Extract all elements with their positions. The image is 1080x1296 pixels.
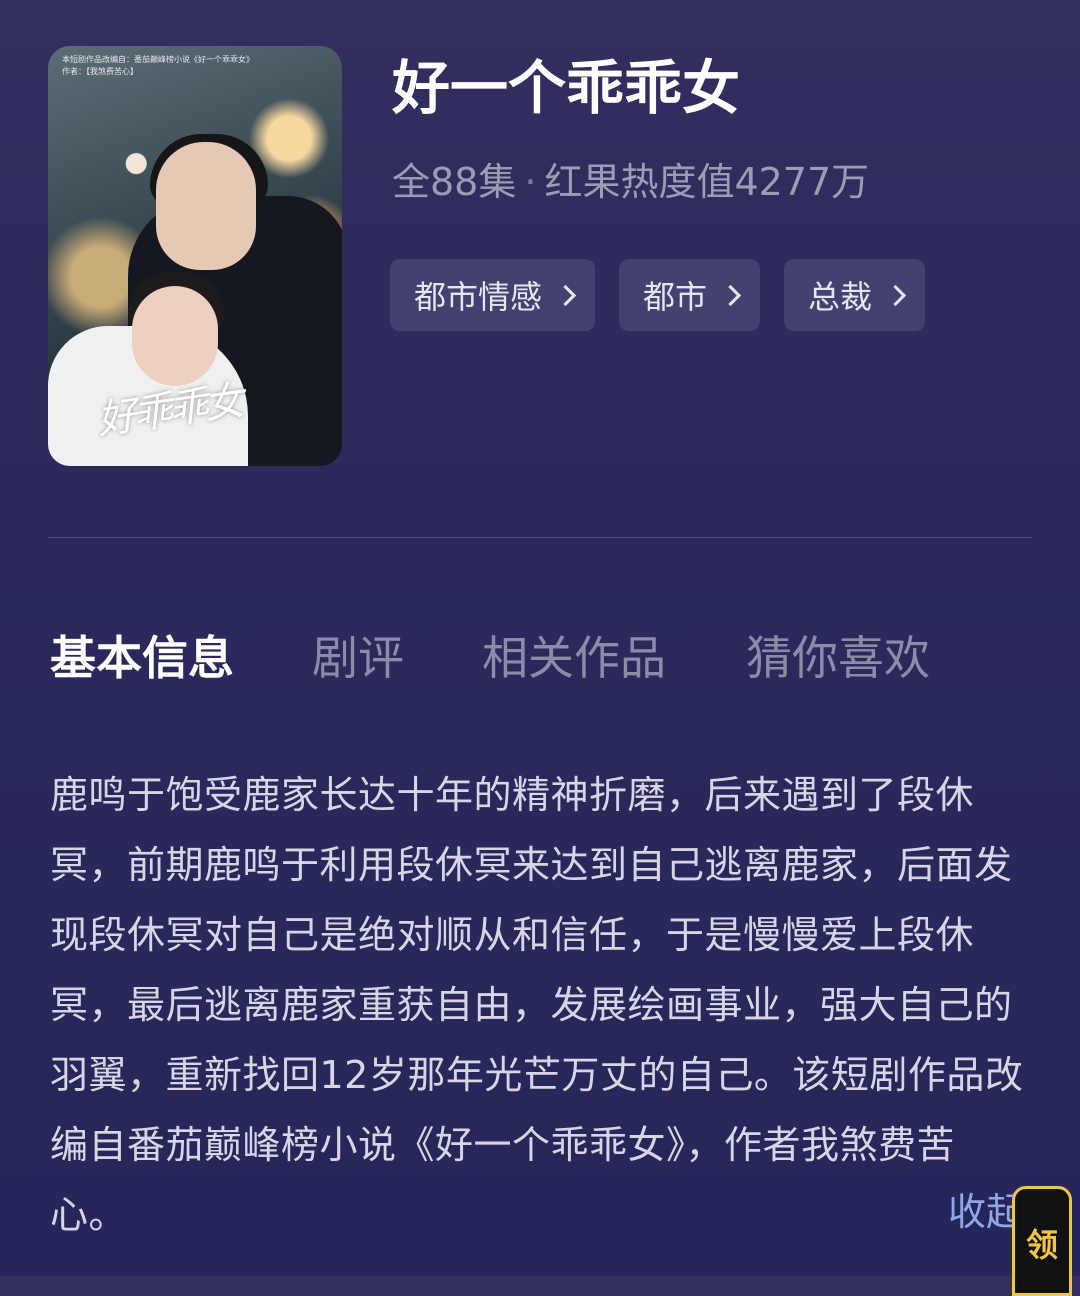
tab-related-works[interactable]: 相关作品 [482, 626, 666, 690]
tab-recommended[interactable]: 猜你喜欢 [746, 626, 930, 690]
poster-figure-woman-face [132, 286, 218, 386]
episode-count: 全88集 [392, 160, 517, 204]
poster-credit-text: 本短剧作品改编自：番茄巅峰榜小说《好一个乖乖女》 作者：【我煞费苦心】 [62, 55, 254, 76]
poster-figure-man-face [156, 142, 256, 270]
tab-reviews[interactable]: 剧评 [312, 626, 404, 690]
reward-widget[interactable]: 领 [1012, 1186, 1072, 1296]
tag-label: 都市情感 [414, 278, 543, 316]
meta-separator: · [524, 160, 537, 204]
tag-list: 都市情感 都市 总裁 [390, 259, 926, 331]
chevron-right-icon [884, 284, 907, 306]
chevron-right-icon [554, 284, 577, 306]
chevron-right-icon [719, 284, 742, 306]
drama-poster[interactable]: 本短剧作品改编自：番茄巅峰榜小说《好一个乖乖女》 作者：【我煞费苦心】 好乖乖女 [48, 46, 342, 466]
tag-label: 都市 [643, 278, 708, 316]
drama-title: 好一个乖乖女 [392, 54, 741, 122]
tab-basic-info[interactable]: 基本信息 [50, 626, 234, 690]
tag-label: 总裁 [808, 278, 873, 316]
tag-urban-romance[interactable]: 都市情感 [390, 259, 596, 331]
tag-ceo[interactable]: 总裁 [784, 259, 926, 331]
drama-meta: 全88集 · 红果热度值4277万 [392, 156, 869, 208]
synopsis-text: 鹿鸣于饱受鹿家长达十年的精神折磨，后来遇到了段休冥，前期鹿鸣于利用段休冥来达到自… [50, 773, 1024, 1237]
section-divider [48, 537, 1032, 538]
tag-urban[interactable]: 都市 [619, 259, 761, 331]
heat-value: 红果热度值4277万 [544, 160, 870, 204]
